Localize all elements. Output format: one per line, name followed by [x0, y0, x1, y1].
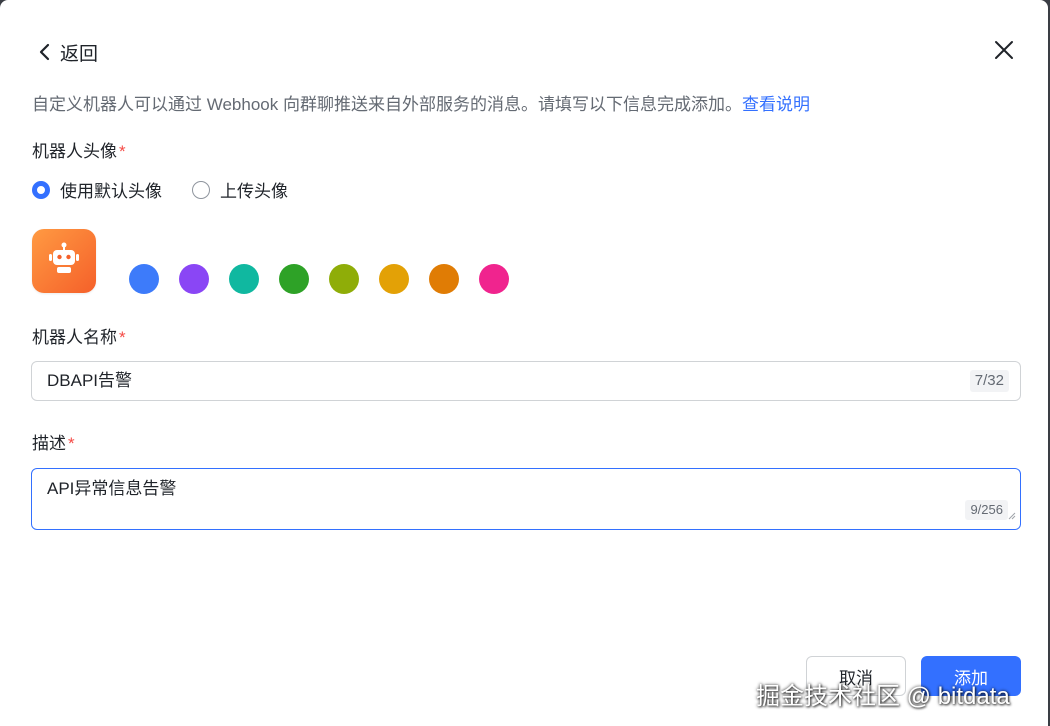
avatar-label-text: 机器人头像: [32, 142, 117, 161]
color-swatch[interactable]: [179, 264, 209, 294]
description-label-text: 描述: [32, 434, 66, 453]
description-textarea[interactable]: API异常信息告警 9/256: [31, 468, 1021, 530]
required-mark: *: [119, 328, 126, 347]
close-button[interactable]: [990, 38, 1018, 66]
intro-description: 自定义机器人可以通过 Webhook 向群聊推送来自外部服务的消息。请填写以下信…: [32, 95, 742, 114]
back-button[interactable]: 返回: [38, 38, 98, 66]
color-swatch[interactable]: [379, 264, 409, 294]
color-swatch[interactable]: [279, 264, 309, 294]
description-label: 描述 *: [32, 432, 75, 456]
color-swatch[interactable]: [429, 264, 459, 294]
name-label-text: 机器人名称: [32, 328, 117, 347]
avatar-color-swatches: [129, 264, 509, 294]
color-swatch[interactable]: [329, 264, 359, 294]
radio-upload-label: 上传头像: [220, 182, 288, 201]
radio-default-label: 使用默认头像: [60, 182, 162, 201]
cancel-button[interactable]: 取消: [806, 656, 906, 696]
add-button[interactable]: 添加: [921, 656, 1021, 696]
description-value: API异常信息告警: [47, 479, 177, 498]
color-swatch[interactable]: [479, 264, 509, 294]
avatar-label: 机器人头像 *: [32, 140, 126, 164]
avatar-preview: [32, 229, 96, 293]
required-mark: *: [68, 434, 75, 453]
name-label: 机器人名称 *: [32, 326, 126, 350]
name-char-counter: 7/32: [969, 370, 1009, 392]
robot-name-input[interactable]: DBAPI告警 7/32: [31, 361, 1021, 401]
robot-icon: [46, 241, 82, 282]
resize-handle-icon[interactable]: [1008, 507, 1016, 525]
back-label: 返回: [60, 43, 99, 65]
color-swatch[interactable]: [129, 264, 159, 294]
intro-text: 自定义机器人可以通过 Webhook 向群聊推送来自外部服务的消息。请填写以下信…: [32, 92, 1022, 118]
robot-name-value: DBAPI告警: [47, 371, 133, 390]
add-robot-dialog: 返回 自定义机器人可以通过 Webhook 向群聊推送来自外部服务的消息。请填写…: [0, 0, 1048, 726]
color-swatch[interactable]: [229, 264, 259, 294]
view-docs-link[interactable]: 查看说明: [742, 95, 810, 114]
close-icon: [993, 39, 1015, 66]
description-char-counter: 9/256: [965, 500, 1008, 520]
chevron-left-icon: [38, 42, 52, 62]
radio-default-avatar[interactable]: 使用默认头像: [32, 177, 162, 202]
radio-checked-icon: [32, 180, 50, 199]
required-mark: *: [119, 142, 126, 161]
avatar-radio-group: 使用默认头像 上传头像: [32, 177, 288, 202]
radio-unchecked-icon: [192, 180, 210, 199]
radio-upload-avatar[interactable]: 上传头像: [192, 177, 288, 202]
